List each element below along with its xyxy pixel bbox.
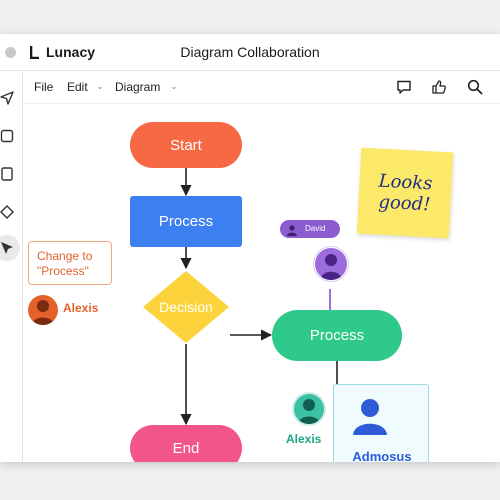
- square-icon[interactable]: [0, 129, 14, 143]
- diamond-icon[interactable]: [0, 205, 14, 219]
- search-icon[interactable]: [467, 79, 483, 95]
- process-node-1[interactable]: Process: [130, 196, 242, 247]
- user-icon: [286, 223, 298, 236]
- comment-author-name: Alexis: [63, 301, 99, 315]
- avatar[interactable]: [294, 394, 324, 424]
- comment-bubble[interactable]: Change to "Process": [28, 241, 112, 285]
- chevron-down-icon[interactable]: ⌄: [170, 81, 178, 92]
- menu-edit[interactable]: Edit: [67, 80, 88, 94]
- end-node[interactable]: End: [130, 425, 242, 462]
- diagram-canvas[interactable]: Start Process Decision Process End Looks…: [23, 104, 500, 462]
- comment-icon[interactable]: [396, 79, 412, 95]
- navigation-arrow-icon[interactable]: [0, 91, 14, 105]
- start-node-label: Start: [170, 136, 202, 154]
- title-bar: Lunacy Diagram Collaboration: [0, 34, 500, 71]
- pointer-icon[interactable]: [0, 235, 20, 261]
- end-node-label: End: [172, 439, 200, 457]
- collaborator-name-admosus: Admosus: [352, 449, 412, 462]
- tool-sidebar: [0, 71, 23, 462]
- decision-node[interactable]: Decision: [142, 270, 230, 344]
- chevron-down-icon[interactable]: ⌄: [96, 81, 104, 92]
- process-node-2-label: Process: [309, 327, 365, 344]
- menu-diagram[interactable]: Diagram: [115, 80, 160, 94]
- sticky-note[interactable]: Looks good!: [356, 147, 454, 239]
- decision-node-label: Decision: [159, 299, 213, 315]
- thumbs-up-icon[interactable]: [431, 79, 447, 95]
- start-node[interactable]: Start: [130, 122, 242, 168]
- user-icon: [350, 395, 390, 435]
- app-window: Lunacy Diagram Collaboration File Edit ⌄…: [0, 34, 500, 462]
- document-title: Diagram Collaboration: [180, 44, 320, 60]
- avatar[interactable]: [314, 247, 348, 281]
- collaborator-name-david: David: [305, 224, 326, 233]
- collaborator-tag-david: David: [280, 220, 340, 238]
- menu-file[interactable]: File: [34, 80, 53, 94]
- avatar[interactable]: [28, 295, 58, 325]
- collaborator-cursor-line: [329, 289, 331, 310]
- process-node-2[interactable]: Process: [272, 310, 402, 361]
- collaborator-card-admosus[interactable]: Admosus: [333, 384, 429, 462]
- menu-bar: File Edit ⌄ Diagram ⌄: [23, 71, 500, 104]
- document-icon[interactable]: [0, 167, 14, 181]
- process-node-1-label: Process: [158, 213, 214, 230]
- collaborator-name-alexis: Alexis: [286, 432, 322, 446]
